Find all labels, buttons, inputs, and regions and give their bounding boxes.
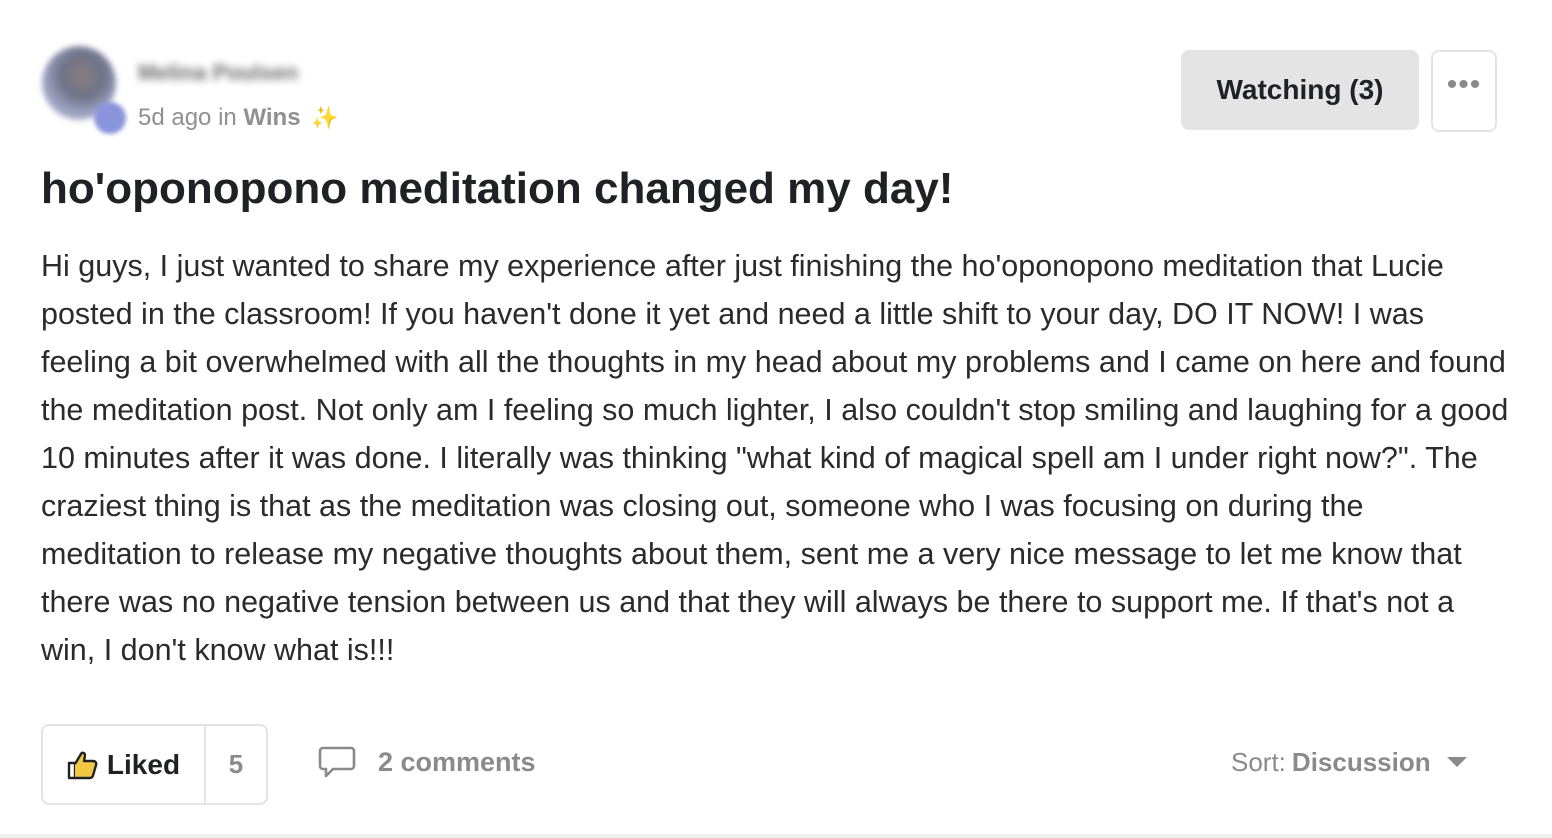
speech-bubble-icon	[318, 746, 356, 778]
comments-link[interactable]: 2 comments	[318, 742, 536, 782]
watching-button[interactable]: Watching (3)	[1181, 50, 1419, 130]
post-card: Melina Poulsen 5d ago in Wins ✨ Watching…	[0, 0, 1552, 838]
sort-label: Sort:	[1231, 746, 1286, 777]
post-time: 5d ago in	[138, 104, 237, 131]
like-button[interactable]: Liked	[43, 726, 206, 803]
author-name[interactable]: Melina Poulsen	[138, 60, 298, 86]
post-meta: 5d ago in Wins ✨	[138, 104, 339, 132]
sparkle-icon: ✨	[311, 105, 339, 130]
avatar-level-badge	[94, 102, 126, 134]
post-category[interactable]: Wins	[243, 104, 300, 131]
sort-dropdown[interactable]: Sort: Discussion	[1231, 742, 1467, 782]
caret-down-icon	[1446, 757, 1467, 767]
more-options-button[interactable]: •••	[1431, 50, 1497, 132]
like-label: Liked	[106, 748, 181, 780]
thumbs-up-icon	[67, 751, 98, 779]
ellipsis-icon: •••	[1446, 68, 1482, 101]
sort-value: Discussion	[1291, 746, 1431, 777]
divider	[0, 834, 1552, 838]
post-body: Hi guys, I just wanted to share my exper…	[41, 249, 1509, 667]
like-group: Liked 5	[41, 724, 268, 805]
comments-label: 2 comments	[378, 746, 536, 777]
like-count[interactable]: 5	[206, 726, 266, 803]
post-title: ho'oponopono meditation changed my day!	[41, 164, 954, 213]
